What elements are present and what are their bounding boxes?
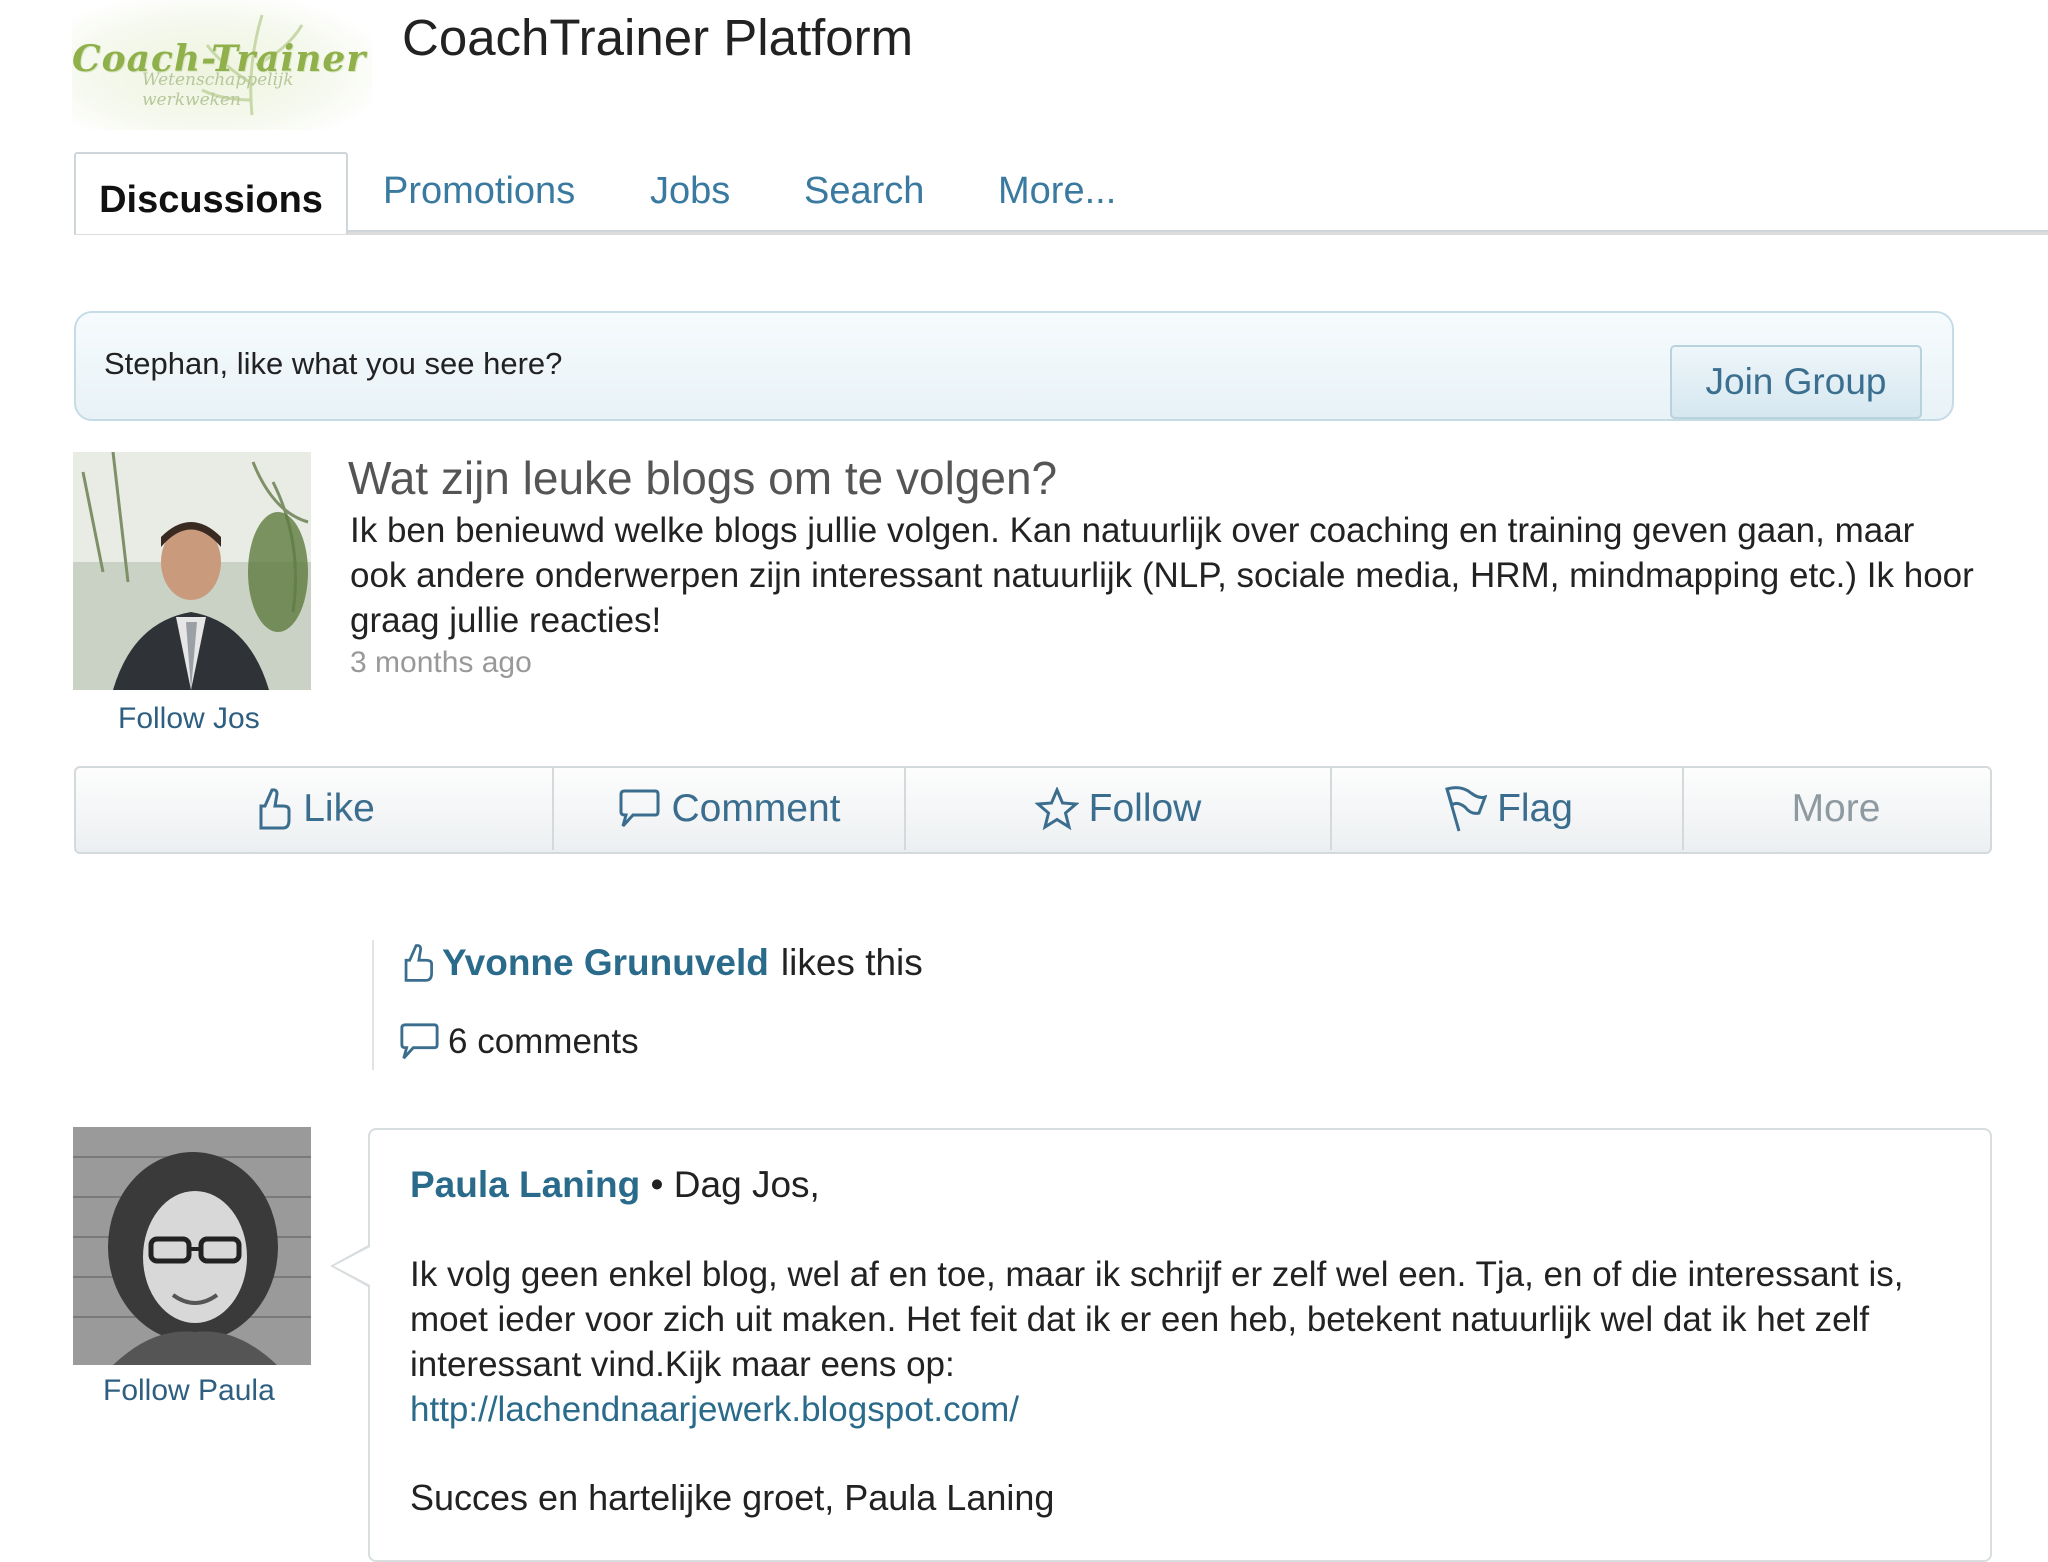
flag-button[interactable]: Flag — [1332, 766, 1682, 852]
comment-button[interactable]: Comment — [554, 766, 904, 852]
thumbs-up-icon — [404, 944, 433, 982]
comment-separator: • — [650, 1164, 664, 1205]
post-body: Ik ben benieuwd welke blogs jullie volge… — [350, 511, 1974, 640]
speech-bubble-icon — [400, 1023, 439, 1060]
tab-search[interactable]: Search — [804, 170, 924, 213]
likes-summary: Yvonne Grunuveld likes this — [398, 942, 923, 984]
comment-header: Paula Laning • Dag Jos, — [410, 1164, 820, 1206]
tab-bar-shadow — [74, 232, 2048, 261]
comment-body: Ik volg geen enkel blog, wel af en toe, … — [410, 1252, 1910, 1432]
follow-label: Follow — [1088, 787, 1202, 830]
flag-label: Flag — [1497, 787, 1573, 830]
activity-divider — [372, 940, 374, 1070]
comment-label: Comment — [671, 787, 841, 830]
avatar-jos[interactable] — [73, 452, 311, 690]
comment-signature: Succes en hartelijke groet, Paula Laning — [410, 1477, 1055, 1518]
follow-button[interactable]: Follow — [906, 766, 1330, 852]
flag-icon — [1445, 786, 1488, 832]
avatar-paula[interactable] — [73, 1127, 311, 1365]
like-button[interactable]: Like — [76, 766, 552, 852]
tab-promotions[interactable]: Promotions — [383, 170, 575, 213]
app-title: CoachTrainer Platform — [402, 9, 914, 66]
thumbs-up-icon — [259, 788, 291, 830]
banner-text: Stephan, like what you see here? — [104, 346, 563, 381]
logo-subtext: Wetenschappelijk werkweken — [142, 70, 294, 110]
like-label: Like — [303, 787, 375, 830]
likes-suffix: likes this — [780, 942, 923, 983]
more-actions-button[interactable]: More — [1684, 766, 1988, 852]
follow-jos-link[interactable]: Follow Jos — [118, 702, 260, 736]
more-label: More — [1791, 787, 1881, 830]
speech-bubble-icon — [619, 789, 660, 828]
blog-link[interactable]: http://lachendnaarjewerk.blogspot.com/ — [410, 1390, 1019, 1429]
tab-more[interactable]: More... — [998, 170, 1116, 213]
post-title[interactable]: Wat zijn leuke blogs om te volgen? — [348, 451, 1057, 505]
comment-author-link[interactable]: Paula Laning — [410, 1164, 640, 1205]
follow-paula-link[interactable]: Follow Paula — [103, 1374, 275, 1408]
liker-name-link[interactable]: Yvonne Grunuveld — [442, 942, 769, 984]
comments-count-label: 6 comments — [448, 1022, 639, 1061]
tab-discussions[interactable]: Discussions — [74, 152, 348, 234]
star-icon — [1034, 787, 1079, 831]
comment-greeting: Dag Jos, — [673, 1164, 820, 1205]
comment-pointer-fill — [334, 1246, 372, 1286]
post-timestamp: 3 months ago — [350, 646, 532, 679]
tab-jobs[interactable]: Jobs — [650, 170, 730, 213]
comments-count[interactable]: 6 comments — [398, 1022, 639, 1062]
join-group-button[interactable]: Join Group — [1670, 345, 1922, 419]
comment-text: Ik volg geen enkel blog, wel af en toe, … — [410, 1255, 1904, 1384]
coach-trainer-logo[interactable]: Coach-Trainer Wetenschappelijk werkweken — [72, 0, 372, 130]
